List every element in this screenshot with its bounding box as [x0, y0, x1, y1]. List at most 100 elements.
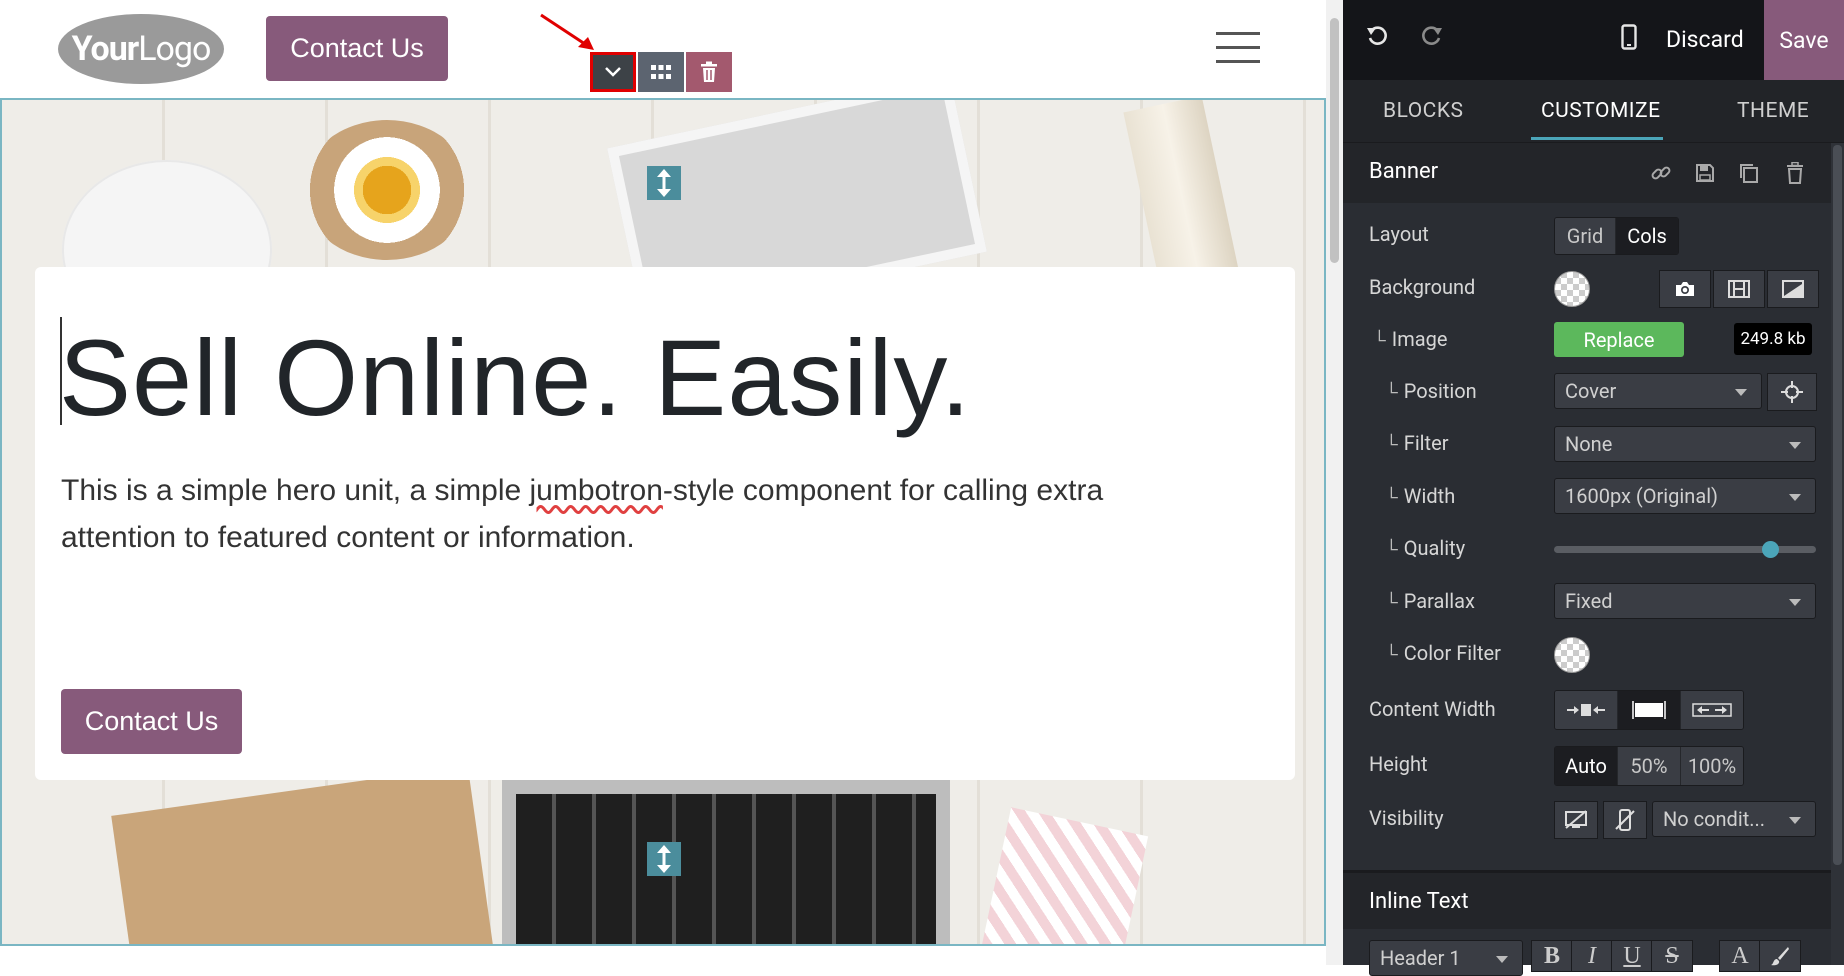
content-width-label: Content Width — [1369, 697, 1496, 721]
quality-slider[interactable] — [1554, 541, 1816, 558]
preview-scrollbar[interactable] — [1326, 0, 1343, 965]
snippet-toolbar — [590, 52, 732, 92]
link-button[interactable] — [1647, 159, 1675, 187]
resize-top-handle[interactable] — [647, 166, 681, 200]
height-100-option[interactable]: 100% — [1681, 747, 1743, 785]
compress-icon — [1567, 704, 1605, 716]
editor-topbar: Discard Save — [1343, 0, 1844, 80]
font-color-button[interactable]: A — [1719, 940, 1761, 972]
height-toggle: Auto 50% 100% — [1554, 746, 1744, 786]
highlight-color-button[interactable] — [1759, 940, 1801, 972]
chevron-down-icon — [1789, 494, 1801, 501]
resize-bottom-handle[interactable] — [647, 842, 681, 876]
width-label-text: Width — [1403, 484, 1456, 508]
delete-snippet-button[interactable] — [686, 52, 732, 92]
site-header: Your Logo Contact Us — [0, 0, 1326, 97]
sub-option-mark: └ — [1385, 539, 1398, 560]
strikethrough-button[interactable]: S — [1651, 940, 1693, 972]
hamburger-line — [1216, 32, 1260, 35]
laptop-image — [502, 780, 950, 944]
save-snippet-button[interactable] — [1691, 159, 1719, 187]
camera-icon — [1676, 282, 1694, 296]
panel-scrollbar[interactable] — [1831, 143, 1844, 965]
height-label: Height — [1369, 752, 1428, 776]
link-icon — [1651, 166, 1671, 180]
text-style-value: Header 1 — [1380, 946, 1461, 970]
desktop-hidden-icon — [1565, 810, 1587, 829]
banner-section[interactable]: Sell Online. Easily. This is a simple he… — [0, 98, 1326, 946]
background-label: Background — [1369, 275, 1476, 299]
misspelled-word: jumbotron — [529, 474, 663, 507]
paintbrush-icon — [1771, 947, 1789, 966]
background-video-button[interactable] — [1713, 270, 1765, 308]
text-style-select[interactable]: Header 1 — [1369, 940, 1523, 976]
menu-toggle-button[interactable] — [1216, 30, 1260, 66]
section-title: Banner — [1369, 159, 1439, 184]
trash-icon — [701, 61, 717, 82]
position-value: Cover — [1565, 379, 1617, 403]
layout-cols-option[interactable]: Cols — [1616, 218, 1678, 254]
red-arrow-annotation — [540, 13, 594, 50]
sub-option-mark: └ — [1385, 592, 1398, 613]
hero-content-card: Sell Online. Easily. This is a simple he… — [35, 267, 1295, 780]
layout-label: Layout — [1369, 222, 1429, 246]
layout-grid-option[interactable]: Grid — [1555, 218, 1616, 254]
content-width-toggle — [1554, 690, 1744, 730]
hero-contact-button[interactable]: Contact Us — [61, 689, 242, 754]
position-select[interactable]: Cover — [1554, 373, 1762, 409]
quality-slider-knob[interactable] — [1762, 541, 1780, 558]
filter-select[interactable]: None — [1554, 426, 1816, 462]
position-adjust-button[interactable] — [1767, 373, 1817, 411]
italic-button[interactable]: I — [1571, 940, 1613, 972]
logo-bold-text: Your — [71, 29, 140, 69]
parallax-label: └ Parallax — [1385, 589, 1475, 613]
height-auto-option[interactable]: Auto — [1555, 747, 1618, 785]
tab-blocks[interactable]: BLOCKS — [1383, 80, 1464, 142]
filter-label-text: Filter — [1403, 431, 1449, 455]
logo-light-text: Logo — [138, 29, 211, 69]
replace-image-button[interactable]: Replace — [1554, 322, 1684, 357]
site-logo[interactable]: Your Logo — [58, 14, 224, 84]
expand-options-button[interactable] — [590, 52, 636, 92]
inline-text-section-header: Inline Text — [1343, 870, 1831, 929]
expand-icon — [1692, 703, 1732, 717]
header-contact-button[interactable]: Contact Us — [266, 16, 448, 81]
website-preview: Your Logo Contact Us Sell Online. Easily… — [0, 0, 1326, 965]
width-select[interactable]: 1600px (Original) — [1554, 478, 1816, 514]
banner-section-header: Banner — [1343, 143, 1831, 203]
parallax-label-text: Parallax — [1403, 589, 1475, 613]
content-width-full-option[interactable] — [1681, 691, 1743, 729]
content-width-narrow-option[interactable] — [1555, 691, 1618, 729]
color-filter-swatch[interactable] — [1554, 637, 1590, 673]
visibility-select[interactable]: No condit... — [1652, 801, 1816, 837]
bold-button[interactable]: B — [1531, 940, 1573, 972]
hamburger-line — [1216, 60, 1260, 63]
tab-theme[interactable]: THEME — [1737, 80, 1809, 142]
remove-block-button[interactable] — [1781, 159, 1809, 187]
color-filter-label: └ Color Filter — [1385, 641, 1501, 665]
hide-mobile-button[interactable] — [1603, 801, 1647, 839]
save-button[interactable]: Save — [1764, 0, 1844, 80]
background-shape-button[interactable] — [1767, 270, 1819, 308]
background-color-swatch[interactable] — [1554, 271, 1590, 307]
underline-button[interactable]: U — [1611, 940, 1653, 972]
panel-scrollbar-thumb[interactable] — [1833, 145, 1842, 865]
image-label: └ Image — [1373, 327, 1447, 351]
hide-desktop-button[interactable] — [1554, 801, 1598, 839]
height-50-option[interactable]: 50% — [1618, 747, 1681, 785]
mobile-preview-button[interactable] — [1614, 22, 1644, 52]
parallax-select[interactable]: Fixed — [1554, 583, 1816, 619]
undo-button[interactable] — [1363, 22, 1393, 52]
scrollbar-thumb[interactable] — [1330, 18, 1339, 263]
move-snippet-button[interactable] — [638, 52, 684, 92]
redo-button[interactable] — [1416, 22, 1446, 52]
hero-description[interactable]: This is a simple hero unit, a simple jum… — [61, 467, 1191, 561]
duplicate-button[interactable] — [1735, 159, 1763, 187]
background-image-button[interactable] — [1659, 270, 1711, 308]
hero-title[interactable]: Sell Online. Easily. — [59, 315, 971, 440]
content-width-regular-option[interactable] — [1618, 691, 1681, 729]
vertical-arrows-icon — [657, 845, 671, 873]
tab-customize[interactable]: CUSTOMIZE — [1541, 80, 1661, 142]
copy-icon — [1740, 164, 1758, 183]
discard-button[interactable]: Discard — [1666, 20, 1744, 58]
